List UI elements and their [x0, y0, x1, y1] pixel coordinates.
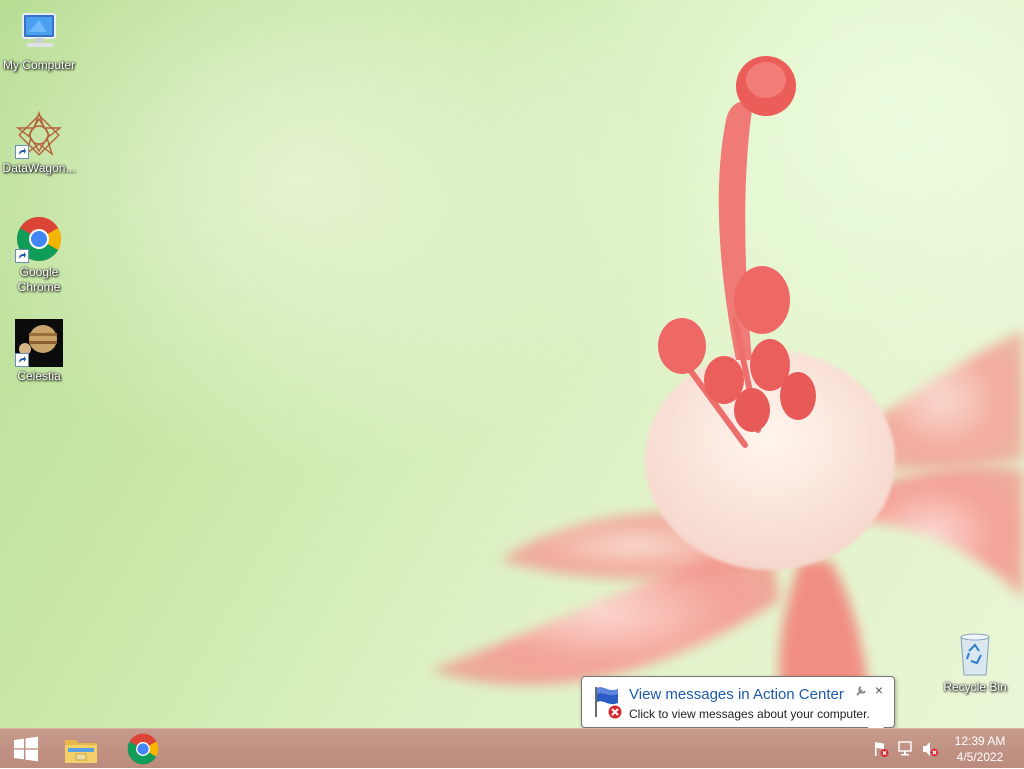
desktop-icon-label: DataWagon... [2, 161, 76, 175]
volume-muted-icon[interactable] [921, 740, 939, 758]
wallpaper-flower [430, 56, 1024, 728]
windows-logo-icon [14, 736, 38, 762]
desktop-icon-label: Google Chrome [17, 265, 61, 294]
desktop: My Computer DataWagon... Google Chrome C… [0, 0, 1024, 728]
datawagon-icon [15, 111, 63, 159]
taskbar-file-explorer-button[interactable] [55, 729, 107, 769]
notification-title[interactable]: View messages in Action Center [629, 686, 844, 703]
shortcut-arrow-icon [15, 353, 29, 367]
chrome-icon [15, 215, 63, 263]
desktop-icon-my-computer[interactable]: My Computer [1, 8, 77, 73]
notification-body[interactable]: Click to view messages about your comput… [629, 707, 870, 721]
shortcut-arrow-icon [15, 249, 29, 263]
taskbar: 12:39 AM 4/5/2022 [0, 728, 1024, 768]
desktop-icon-label: My Computer [2, 58, 76, 72]
recycle-bin-icon [951, 630, 999, 678]
action-center-icon[interactable] [872, 740, 890, 758]
network-icon[interactable] [897, 740, 915, 758]
options-wrench-icon[interactable] [854, 684, 868, 698]
desktop-icon-datawagon[interactable]: DataWagon... [1, 111, 77, 176]
celestia-icon [15, 319, 63, 367]
clock-time: 12:39 AM [954, 734, 1006, 748]
desktop-icon-label: Recycle Bin [943, 680, 1007, 694]
file-explorer-icon [65, 740, 97, 763]
action-center-notification[interactable]: View messages in Action Center Click to … [581, 676, 895, 728]
clock-date: 4/5/2022 [956, 750, 1004, 764]
action-center-flag-icon [592, 685, 624, 720]
desktop-icon-recycle-bin[interactable]: Recycle Bin [937, 630, 1013, 695]
taskbar-chrome-button[interactable] [117, 729, 169, 769]
computer-icon [15, 8, 63, 56]
desktop-icon-label: Celestia [17, 369, 61, 383]
chrome-icon [127, 733, 159, 765]
system-clock[interactable]: 12:39 AM 4/5/2022 [944, 733, 1016, 765]
close-icon[interactable]: × [872, 683, 886, 697]
desktop-icon-google-chrome[interactable]: Google Chrome [1, 215, 77, 295]
shortcut-arrow-icon [15, 145, 29, 159]
desktop-icon-celestia[interactable]: Celestia [1, 319, 77, 384]
start-button[interactable] [0, 729, 52, 769]
